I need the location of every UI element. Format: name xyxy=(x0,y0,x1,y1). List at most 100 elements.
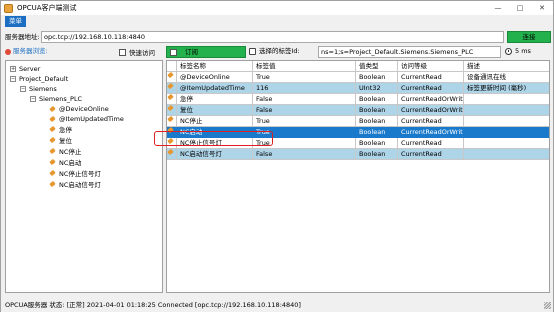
status-dot-icon xyxy=(5,48,11,55)
collapse-icon[interactable]: − xyxy=(10,75,16,82)
tag-name-cell[interactable]: 复位 xyxy=(177,105,253,116)
tag-name-cell[interactable]: 急停 xyxy=(177,94,253,105)
tree-node-label: NC启动信号灯 xyxy=(59,180,101,189)
tag-icon xyxy=(50,181,56,187)
description-cell xyxy=(464,127,549,138)
tag-value-cell[interactable]: False xyxy=(253,94,356,105)
access-level-cell: CurrentReadOrWrite xyxy=(398,105,464,116)
close-button[interactable]: ✕ xyxy=(531,1,553,15)
column-header[interactable]: 标签名称 xyxy=(177,61,253,72)
row-indicator xyxy=(167,105,177,116)
tree-node-server[interactable]: + Server xyxy=(10,64,40,73)
access-level-cell: CurrentRead xyxy=(398,116,464,127)
tag-icon xyxy=(50,116,56,122)
tree-node-tag[interactable]: 复位 xyxy=(50,135,72,145)
value-type-cell: UInt32 xyxy=(356,83,398,94)
clock-icon xyxy=(505,48,512,55)
tag-id-icon xyxy=(249,48,256,55)
table-row[interactable]: 急停 False Boolean CurrentReadOrWrite xyxy=(167,94,549,105)
tag-name-cell[interactable]: NC停止 xyxy=(177,116,253,127)
table-row[interactable]: 复位 False Boolean CurrentReadOrWrite xyxy=(167,105,549,116)
row-indicator xyxy=(167,94,177,105)
tag-value-cell[interactable]: True xyxy=(253,72,356,83)
tree-node-tag[interactable]: 急停 xyxy=(50,124,72,134)
tag-value-cell[interactable]: False xyxy=(253,105,356,116)
tag-value-cell[interactable]: 116 xyxy=(253,83,356,94)
window-title: OPCUA客户端测试 xyxy=(17,4,77,12)
tag-grid[interactable]: 标签名称 标签值 值类型 访问等级 描述 @DeviceOnline True … xyxy=(166,60,550,293)
table-row[interactable]: NC启动信号灯 False Boolean CurrentRead xyxy=(167,149,549,160)
value-type-cell: Boolean xyxy=(356,116,398,127)
tree-node-project-default[interactable]: − Project_Default xyxy=(10,74,68,83)
column-header[interactable]: 描述 xyxy=(464,61,549,72)
value-type-cell: Boolean xyxy=(356,94,398,105)
tree-node-tag[interactable]: @DeviceOnline xyxy=(50,104,109,113)
interval-value: 5 ms xyxy=(515,47,531,55)
tag-name-cell[interactable]: NC启动信号灯 xyxy=(177,149,253,160)
table-row[interactable]: @DeviceOnline True Boolean CurrentRead 设… xyxy=(167,72,549,83)
tag-icon xyxy=(50,148,56,154)
subscribe-label: 订阅 xyxy=(185,48,198,56)
tree-node-label: NC启动 xyxy=(59,158,82,167)
grid-header: 标签名称 标签值 值类型 访问等级 描述 xyxy=(167,61,549,72)
tag-name-cell[interactable]: @DeviceOnline xyxy=(177,72,253,83)
tree-node-siemens[interactable]: − Siemens xyxy=(20,84,57,93)
column-header[interactable]: 访问等级 xyxy=(398,61,464,72)
tree-node-label: Siemens xyxy=(29,84,57,93)
row-indicator xyxy=(167,83,177,94)
quick-access-checkbox[interactable]: 快速访问 xyxy=(119,47,155,57)
access-level-cell: CurrentRead xyxy=(398,149,464,160)
tag-value-cell[interactable]: False xyxy=(253,149,356,160)
quick-access-label: 快速访问 xyxy=(129,49,155,57)
tree-node-label: NC停止 xyxy=(59,147,82,156)
connect-button[interactable]: 连接 xyxy=(507,31,551,43)
server-tree[interactable]: + Server − Project_Default − Siemens − S… xyxy=(5,60,163,293)
tree-node-label: Project_Default xyxy=(19,74,69,83)
app-icon xyxy=(4,3,13,13)
value-type-cell: Boolean xyxy=(356,149,398,160)
row-indicator-header xyxy=(167,61,177,72)
description-cell xyxy=(464,138,549,149)
interval-display: 5 ms xyxy=(505,46,531,57)
value-type-cell: Boolean xyxy=(356,138,398,149)
selected-tag-input[interactable]: ns=1;s=Project_Default.Siemens.Siemens_P… xyxy=(318,46,501,58)
toolbar-row: 服务器浏览: 快速访问 订阅 选择的标签Id: ns=1;s=Project_D… xyxy=(1,46,553,58)
table-row[interactable]: @ItemUpdatedTime 116 UInt32 CurrentRead … xyxy=(167,83,549,94)
resize-grip-icon[interactable] xyxy=(544,302,551,309)
tree-node-tag[interactable]: NC启动 xyxy=(50,157,82,167)
tag-value-cell[interactable]: True xyxy=(253,116,356,127)
expand-icon[interactable]: + xyxy=(10,65,16,72)
column-header[interactable]: 标签值 xyxy=(253,61,356,72)
tree-node-tag[interactable]: NC停止信号灯 xyxy=(50,168,101,178)
server-address-input[interactable]: opc.tcp://192.168.10.118:4840 xyxy=(41,31,504,43)
tag-icon xyxy=(50,159,56,165)
server-browse-label: 服务器浏览: xyxy=(5,46,48,57)
tag-name-cell[interactable]: @ItemUpdatedTime xyxy=(177,83,253,94)
tag-icon xyxy=(50,126,56,132)
app-window: OPCUA客户端测试 — □ ✕ 菜单 服务器地址: opc.tcp://192… xyxy=(0,0,554,312)
tag-icon xyxy=(50,106,56,112)
maximize-button[interactable]: □ xyxy=(509,1,531,15)
checkbox-icon[interactable] xyxy=(119,48,126,56)
minimize-button[interactable]: — xyxy=(487,1,509,15)
subscribe-checkbox-icon xyxy=(170,49,177,56)
description-cell xyxy=(464,105,549,116)
tree-node-tag[interactable]: @ItemUpdatedTime xyxy=(50,114,124,123)
column-header[interactable]: 值类型 xyxy=(356,61,398,72)
address-label: 服务器地址: xyxy=(5,33,40,41)
selected-tag-label-text: 选择的标签Id: xyxy=(259,47,300,55)
menu-item-main[interactable]: 菜单 xyxy=(5,16,26,27)
tag-icon xyxy=(50,170,56,176)
collapse-icon[interactable]: − xyxy=(20,85,26,92)
tree-node-tag[interactable]: NC启动信号灯 xyxy=(50,179,101,189)
status-bar: OPCUA服务器 状态: [正常] 2021-04-01 01:18:25 Co… xyxy=(1,299,553,312)
selected-tag-label: 选择的标签Id: xyxy=(249,46,300,57)
table-row[interactable]: NC停止 True Boolean CurrentRead xyxy=(167,116,549,127)
value-type-cell: Boolean xyxy=(356,72,398,83)
address-row: 服务器地址: opc.tcp://192.168.10.118:4840 连接 xyxy=(1,31,553,44)
collapse-icon[interactable]: − xyxy=(30,95,36,102)
tree-node-siemens-plc[interactable]: − Siemens_PLC xyxy=(30,94,82,103)
tree-node-tag[interactable]: NC停止 xyxy=(50,146,82,156)
subscribe-button[interactable]: 订阅 xyxy=(166,46,246,58)
tree-node-label: @DeviceOnline xyxy=(59,104,109,113)
